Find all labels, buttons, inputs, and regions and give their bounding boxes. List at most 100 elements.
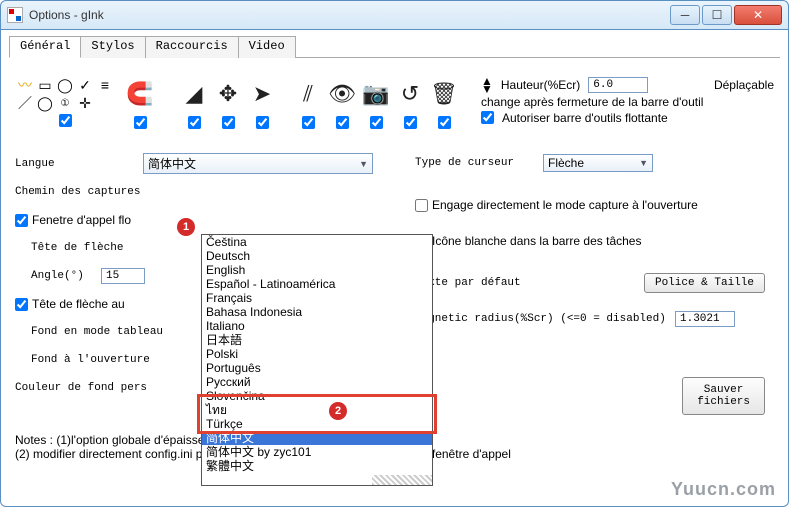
move-icon: ✥ bbox=[211, 77, 245, 111]
angle-input[interactable] bbox=[101, 268, 145, 284]
curseur-label: Type de curseur bbox=[415, 157, 543, 169]
tab-strip: Général Stylos Raccourcis Video bbox=[9, 36, 780, 58]
cursor-checkbox[interactable] bbox=[256, 116, 269, 129]
minimize-button[interactable]: ─ bbox=[670, 5, 700, 25]
langue-option[interactable]: Español - Latinoamérica bbox=[202, 277, 432, 291]
close-button[interactable]: ✕ bbox=[734, 5, 782, 25]
magnetic-input[interactable] bbox=[675, 311, 735, 327]
chemin-label: Chemin des captures bbox=[15, 186, 143, 198]
app-icon bbox=[7, 7, 23, 23]
undo-icon: ↺ bbox=[393, 77, 427, 111]
langue-option[interactable]: Deutsch bbox=[202, 249, 432, 263]
curseur-value: Flèche bbox=[548, 156, 584, 170]
couleur-fond-label: Couleur de fond pers bbox=[15, 382, 165, 394]
hatch-icon: ⫽ bbox=[291, 77, 325, 111]
lines-icon: ≡ bbox=[95, 76, 115, 94]
watermark: Yuucn.com bbox=[671, 479, 776, 500]
toolbar-row: 〰 ▭ ◯ ✓ ≡ ／ ◯ ① ✛ 🧲 bbox=[15, 74, 774, 129]
engage-label: Engage directement le mode capture à l'o… bbox=[432, 198, 698, 212]
trash-checkbox[interactable] bbox=[438, 116, 451, 129]
change-text: change après fermeture de la barre d'out… bbox=[481, 95, 703, 109]
camera-icon: 📷 bbox=[359, 77, 393, 111]
langue-option[interactable]: Čeština bbox=[202, 235, 432, 249]
check-icon: ✓ bbox=[75, 76, 95, 94]
pens-grid-icon: 〰 ▭ ◯ ✓ ≡ ／ ◯ ① ✛ bbox=[15, 76, 115, 112]
fenetre-checkbox[interactable] bbox=[15, 214, 28, 227]
magnet-group: 🧲 bbox=[115, 74, 165, 129]
line-curve-icon: 〰 bbox=[15, 76, 35, 94]
engage-checkbox[interactable] bbox=[415, 199, 428, 212]
updown-icon: ▲▼ bbox=[481, 77, 493, 93]
titlebar: Options - gInk ─ ☐ ✕ bbox=[0, 0, 789, 30]
save-button[interactable]: Sauver fichiers bbox=[682, 377, 765, 415]
langue-label: Langue bbox=[15, 158, 143, 170]
camera-checkbox[interactable] bbox=[370, 116, 383, 129]
langue-option[interactable]: English bbox=[202, 263, 432, 277]
magnet-icon: 🧲 bbox=[123, 77, 157, 111]
langue-combo[interactable]: 简体中文 ▼ bbox=[143, 153, 373, 174]
langue-option[interactable]: Bahasa Indonesia bbox=[202, 305, 432, 319]
right-column: Type de curseur Flèche ▼ Engage directem… bbox=[415, 153, 765, 423]
magnetic-label: Magnetic radius(%Scr) (<=0 = disabled) bbox=[415, 313, 675, 325]
tab-content: 〰 ▭ ◯ ✓ ≡ ／ ◯ ① ✛ 🧲 bbox=[9, 58, 780, 471]
langue-option[interactable]: 简体中文 by zyc101 bbox=[202, 445, 432, 459]
langue-dropdown[interactable]: ČeštinaDeutschEnglishEspañol - Latinoamé… bbox=[201, 234, 433, 486]
tete-label: Tête de flèche bbox=[31, 242, 131, 254]
blank-icon bbox=[95, 94, 115, 112]
annotation-marker-2: 2 bbox=[329, 402, 347, 420]
icone-label: Icône blanche dans la barre des tâches bbox=[432, 234, 641, 248]
langue-option[interactable]: Italiano bbox=[202, 319, 432, 333]
tete-au-checkbox[interactable] bbox=[15, 298, 28, 311]
langue-option[interactable]: Polski bbox=[202, 347, 432, 361]
langue-value: 简体中文 bbox=[148, 155, 196, 172]
annotation-highlight-box bbox=[197, 394, 437, 434]
annotation-marker-1: 1 bbox=[177, 218, 195, 236]
undo-checkbox[interactable] bbox=[404, 116, 417, 129]
langue-option[interactable]: Français bbox=[202, 291, 432, 305]
eraser-checkbox[interactable] bbox=[188, 116, 201, 129]
window-buttons: ─ ☐ ✕ bbox=[668, 5, 782, 25]
langue-option[interactable]: Русский bbox=[202, 375, 432, 389]
langue-option[interactable]: 繁體中文 bbox=[202, 459, 432, 473]
window-title: Options - gInk bbox=[29, 8, 668, 22]
trash-icon: 🗑 bbox=[427, 77, 461, 111]
tab-video[interactable]: Video bbox=[238, 36, 296, 58]
tab-general[interactable]: Général bbox=[9, 36, 81, 58]
fenetre-label: Fenetre d'appel flo bbox=[32, 213, 131, 227]
chevron-down-icon: ▼ bbox=[639, 158, 648, 168]
eye-checkbox[interactable] bbox=[336, 116, 349, 129]
hauteur-label: Hauteur(%Ecr) bbox=[501, 78, 580, 92]
slash-icon: ／ bbox=[15, 94, 35, 112]
number-icon: ① bbox=[55, 94, 75, 112]
maximize-button[interactable]: ☐ bbox=[702, 5, 732, 25]
hauteur-input[interactable] bbox=[588, 77, 648, 93]
rect-icon: ▭ bbox=[35, 76, 55, 94]
fond-tableau-label: Fond en mode tableau bbox=[31, 326, 163, 338]
autoriser-label: Autoriser barre d'outils flottante bbox=[502, 111, 668, 125]
pens-checkbox[interactable] bbox=[59, 114, 72, 127]
target-icon: ✛ bbox=[75, 94, 95, 112]
ellipse-icon: ◯ bbox=[55, 76, 75, 94]
deplacable-label: Déplaçable bbox=[714, 78, 774, 92]
curseur-combo[interactable]: Flèche ▼ bbox=[543, 154, 653, 172]
eraser-icon: ◢ bbox=[177, 77, 211, 111]
move-checkbox[interactable] bbox=[222, 116, 235, 129]
langue-option[interactable]: 日本語 bbox=[202, 333, 432, 347]
right-top-block: ▲▼ Hauteur(%Ecr) Déplaçable change après… bbox=[481, 77, 774, 127]
tab-raccourcis[interactable]: Raccourcis bbox=[145, 36, 239, 58]
angle-label: Angle(°) bbox=[31, 270, 101, 282]
chevron-down-icon: ▼ bbox=[359, 159, 368, 169]
magnet-checkbox[interactable] bbox=[134, 116, 147, 129]
tools2-group: ⫽ 👁 📷 ↺ 🗑 bbox=[291, 74, 461, 129]
dropdown-resizer[interactable] bbox=[372, 475, 432, 485]
eye-icon: 👁 bbox=[325, 77, 359, 111]
hatch-checkbox[interactable] bbox=[302, 116, 315, 129]
autoriser-checkbox[interactable] bbox=[481, 111, 494, 124]
tab-stylos[interactable]: Stylos bbox=[80, 36, 145, 58]
pens-group: 〰 ▭ ◯ ✓ ≡ ／ ◯ ① ✛ bbox=[15, 76, 115, 127]
fond-ouverture-label: Fond à l'ouverture bbox=[31, 354, 159, 366]
police-button[interactable]: Police & Taille bbox=[644, 273, 765, 293]
window-body: Général Stylos Raccourcis Video 〰 ▭ ◯ ✓ … bbox=[0, 30, 789, 507]
langue-option[interactable]: Português bbox=[202, 361, 432, 375]
texte-defaut-label: Texte par défaut bbox=[415, 277, 543, 289]
